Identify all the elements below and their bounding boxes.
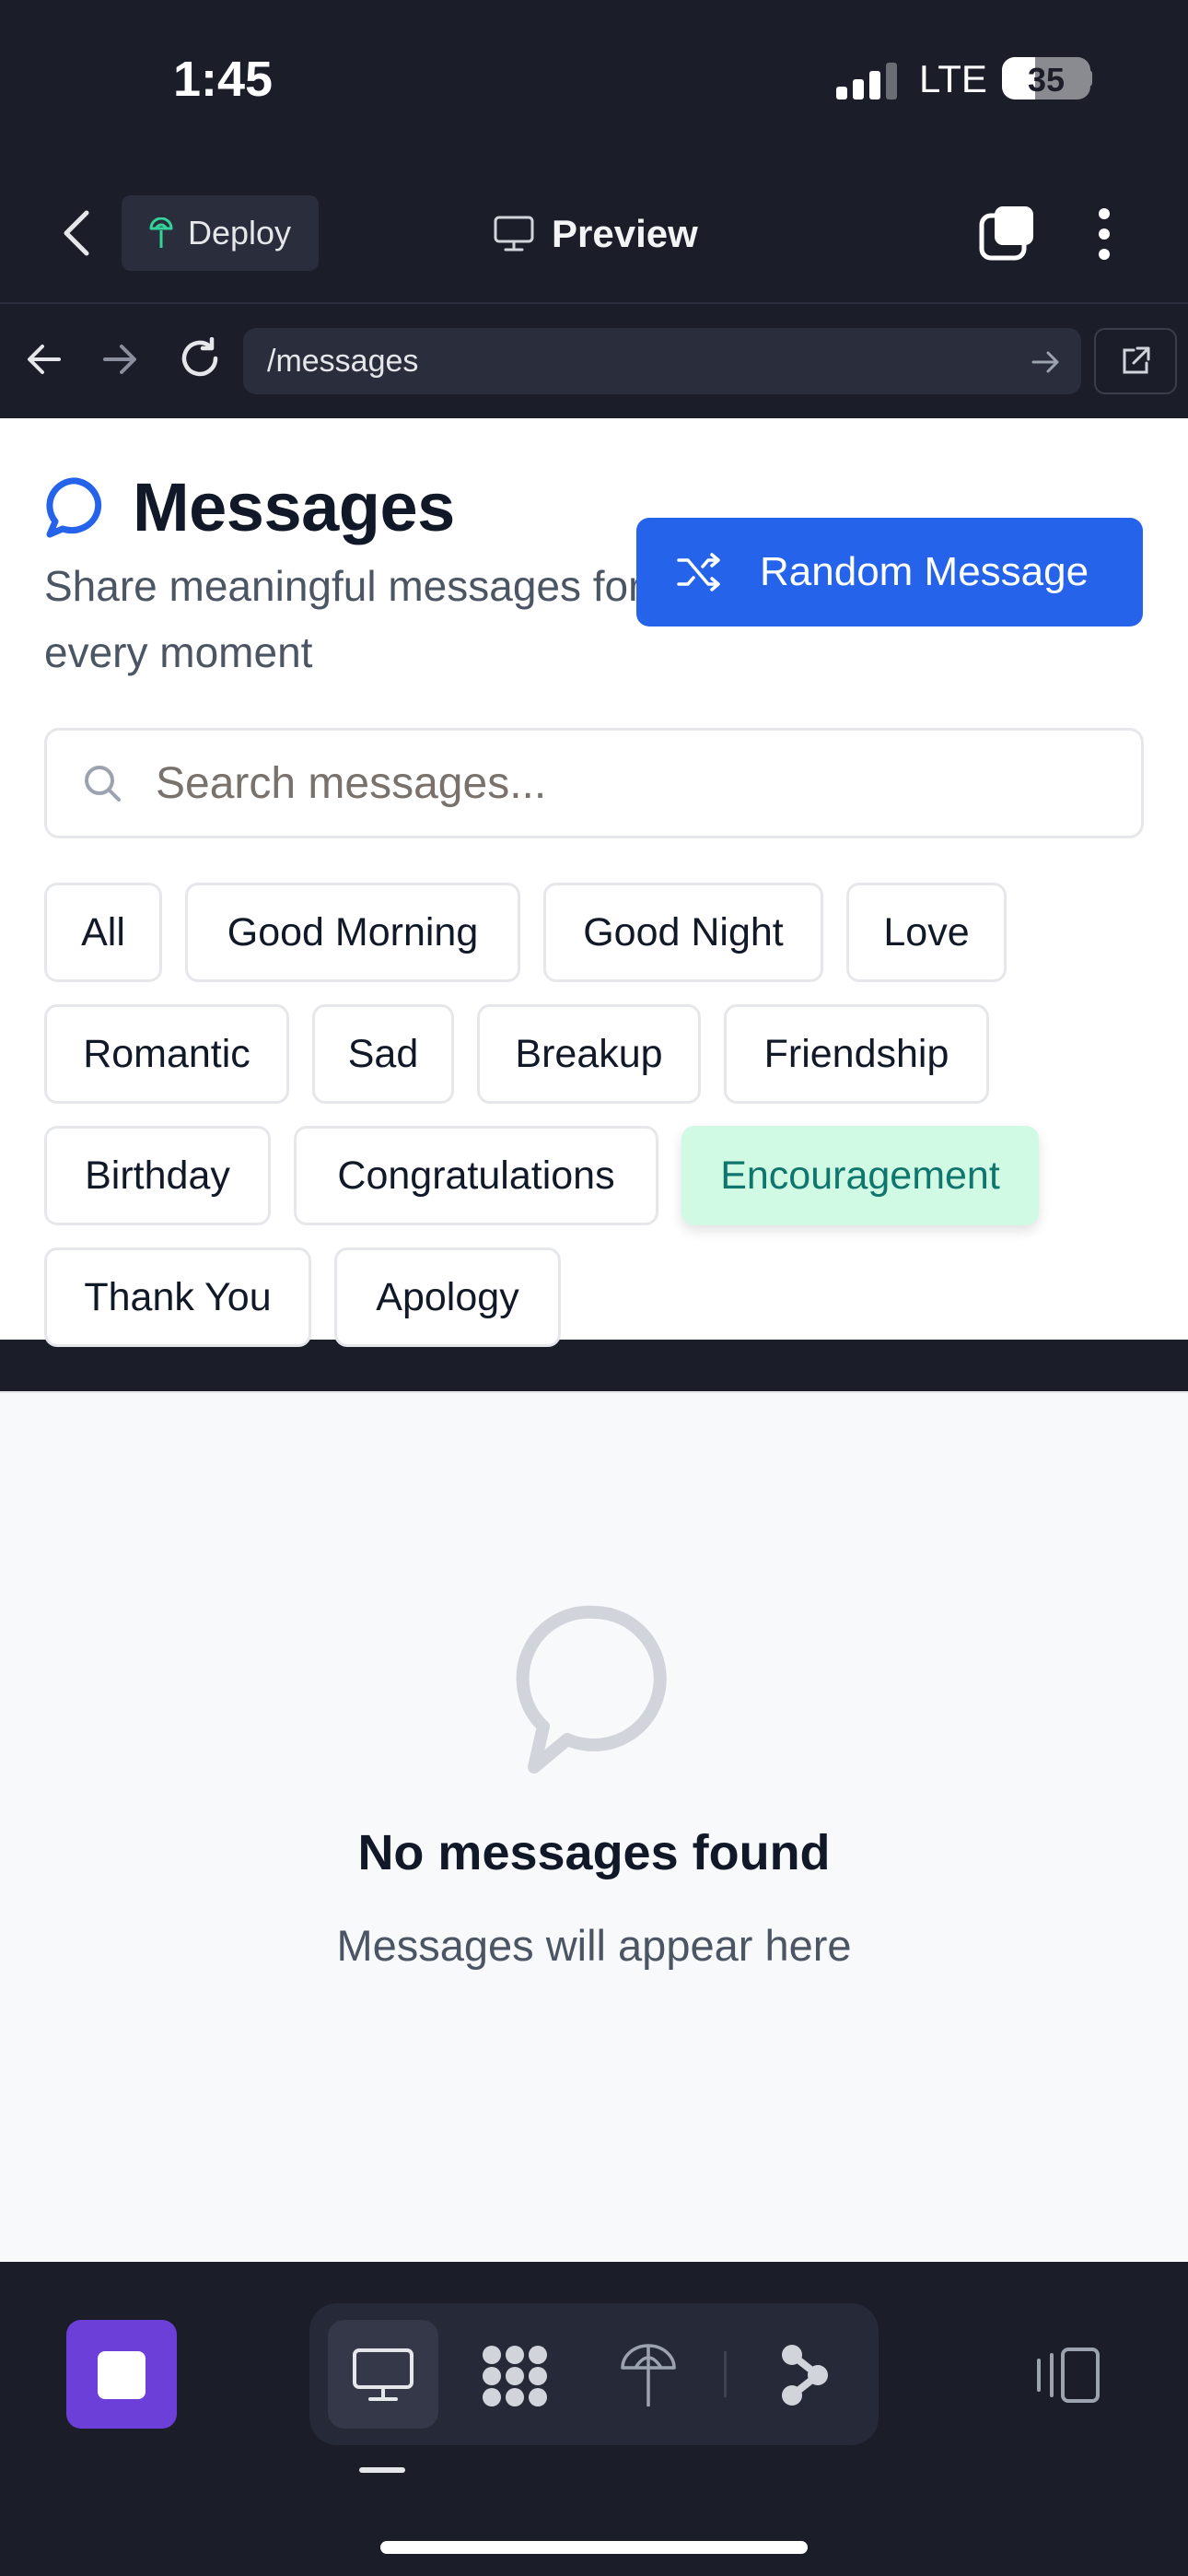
arrow-left-icon[interactable]: [26, 341, 63, 378]
category-chip-encouragement[interactable]: Encouragement: [681, 1126, 1039, 1225]
chat-bubble-icon: [46, 477, 102, 538]
category-chip-sad[interactable]: Sad: [312, 1004, 454, 1104]
open-external-button[interactable]: [1094, 328, 1177, 394]
random-message-label: Random Message: [760, 549, 1089, 594]
arrow-right-icon[interactable]: [101, 341, 138, 378]
search-icon: [85, 766, 121, 802]
preview-label: Preview: [552, 212, 698, 255]
desktop-icon: [353, 2348, 413, 2401]
battery-level: 35: [1027, 61, 1066, 99]
category-chip-apology[interactable]: Apology: [334, 1247, 561, 1347]
search-input[interactable]: [156, 757, 1077, 809]
category-chip-breakup[interactable]: Breakup: [477, 1004, 701, 1104]
deploy-icon[interactable]: [617, 2342, 680, 2408]
tabs-icon[interactable]: [978, 205, 1037, 263]
battery-nub: [1085, 70, 1092, 87]
category-chip-good-night[interactable]: Good Night: [543, 883, 823, 982]
empty-chat-bubble-icon: [516, 1605, 667, 1774]
random-message-button[interactable]: Random Message: [636, 518, 1143, 626]
monitor-icon: [494, 216, 534, 252]
deploy-label: Deploy: [188, 214, 292, 252]
category-chip-romantic[interactable]: Romantic: [44, 1004, 289, 1104]
chevron-left-icon[interactable]: [57, 207, 94, 259]
status-time: 1:45: [173, 52, 274, 107]
dock-separator: [724, 2351, 727, 2397]
active-view-indicator: [359, 2467, 405, 2473]
empty-state-subtitle: Messages will appear here: [336, 1921, 852, 1970]
category-chip-all[interactable]: All: [44, 883, 162, 982]
sprout-icon: [149, 217, 173, 248]
external-link-icon: [1123, 346, 1150, 374]
battery-icon: 35: [1002, 57, 1090, 100]
category-chip-good-morning[interactable]: Good Morning: [185, 883, 520, 982]
stop-icon: [98, 2351, 146, 2399]
home-indicator: [380, 2541, 808, 2554]
apps-grid-icon[interactable]: [481, 2344, 549, 2408]
url-input[interactable]: /messages: [243, 328, 1081, 394]
kebab-icon[interactable]: [1090, 205, 1118, 263]
category-chip-congratulations[interactable]: Congratulations: [294, 1126, 658, 1225]
signal-icon: [836, 63, 897, 100]
deploy-button[interactable]: Deploy: [122, 195, 319, 271]
page-title: Messages: [133, 469, 455, 545]
category-chip-love[interactable]: Love: [846, 883, 1007, 982]
category-chip-birthday[interactable]: Birthday: [44, 1126, 271, 1225]
empty-state-title: No messages found: [357, 1825, 831, 1880]
go-arrow-icon[interactable]: [1030, 345, 1063, 379]
url-text: /messages: [267, 343, 419, 379]
preview-tab[interactable]: Preview: [493, 205, 698, 263]
category-chip-thank-you[interactable]: Thank You: [44, 1247, 311, 1347]
shuffle-icon: [677, 553, 720, 591]
branch-icon[interactable]: [779, 2342, 831, 2408]
category-chip-friendship[interactable]: Friendship: [724, 1004, 989, 1104]
carrier-label: LTE: [919, 57, 987, 100]
side-panel-icon[interactable]: [1031, 2346, 1101, 2405]
search-box[interactable]: [44, 728, 1144, 838]
reload-icon[interactable]: [179, 337, 221, 380]
page-subtitle: Share meaningful messages for every mome…: [44, 562, 643, 676]
